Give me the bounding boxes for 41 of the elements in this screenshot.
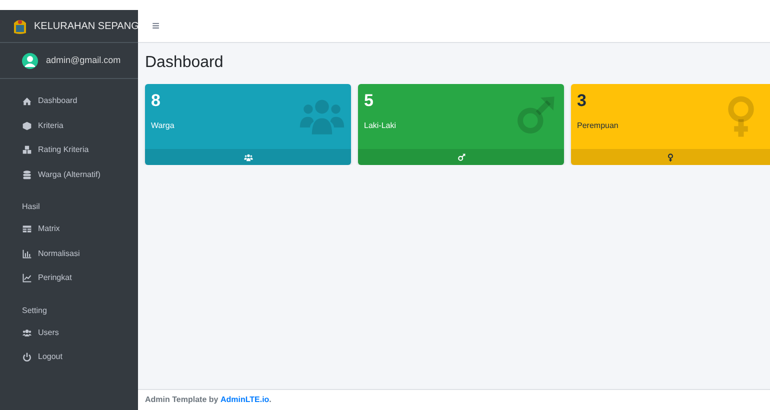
nav-item[interactable]: Matrix (8, 217, 130, 242)
stat-value: 8 (151, 90, 160, 112)
nav-item[interactable]: Warga (Alternatif) (8, 162, 130, 187)
section-header: Setting (21, 304, 48, 317)
card-footer-link[interactable] (571, 149, 770, 165)
section-header: Hasil (21, 201, 41, 213)
logo-icon (12, 17, 28, 35)
nav-item[interactable]: Peringkat (8, 266, 130, 290)
nav-item[interactable]: Rating Kriteria (8, 138, 130, 162)
nav-item[interactable]: Kriteria (8, 114, 130, 138)
bar-chart-icon (22, 248, 32, 259)
footer-text: Admin Template by (145, 394, 218, 406)
power-icon (22, 352, 32, 362)
footer-period: . (269, 394, 272, 406)
stat-label: Perempuan (577, 120, 618, 132)
page-title: Dashboard (144, 53, 224, 73)
cubes-icon (22, 145, 32, 156)
stat-value: 3 (577, 90, 586, 112)
users-icon (22, 328, 32, 338)
female-icon (666, 152, 675, 162)
user-email[interactable]: admin@gmail.com (46, 54, 121, 68)
card-footer-link[interactable] (358, 149, 564, 165)
stat-value: 5 (364, 90, 374, 112)
stat-label: Warga (151, 120, 174, 132)
menu-button[interactable]: ≡ (148, 16, 164, 36)
card-footer-link[interactable] (145, 149, 351, 165)
table-icon (22, 224, 32, 234)
database-icon (22, 170, 32, 180)
male-icon (456, 152, 466, 162)
adminlte-link[interactable]: AdminLTE.io (220, 394, 270, 406)
brand-title[interactable]: KELURAHAN SEPANG (34, 18, 139, 34)
nav-item[interactable]: Users (8, 320, 130, 345)
nav-item[interactable]: Dashboard (8, 89, 130, 114)
nav-item[interactable]: Normalisasi (8, 242, 130, 266)
users-icon (244, 152, 252, 162)
nav-item[interactable]: Logout (8, 345, 130, 370)
home-icon (22, 96, 32, 106)
cube-icon (22, 120, 32, 131)
avatar-icon (22, 52, 38, 68)
stat-label: Laki-Laki (364, 120, 396, 132)
line-chart-icon (22, 273, 32, 284)
